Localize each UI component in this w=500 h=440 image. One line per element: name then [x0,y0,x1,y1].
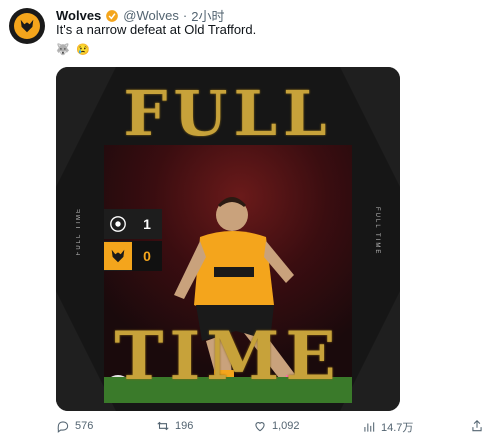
reply-count: 576 [75,420,94,432]
views-chart-icon [364,422,375,432]
wolves-crest-icon [14,13,40,39]
home-score: 1 [143,216,151,232]
author-handle[interactable]: @Wolves [123,8,179,23]
reply-button[interactable]: 576 [56,419,93,433]
reply-icon [57,421,69,433]
man-utd-crest-icon [104,210,132,238]
wolf-emoji-icon: 🐺 [56,44,70,56]
views-button[interactable]: 14.7万 [362,419,413,435]
like-button[interactable]: 1,092 [253,419,300,433]
side-label-left: FULL TIME [76,207,82,256]
score-row-away: 0 [104,241,162,271]
tweet-media-image[interactable]: FULL TIME 1 0 FULL TIME FULL TIME [56,67,400,411]
author-name[interactable]: Wolves [56,8,101,23]
retweet-count: 196 [175,420,194,432]
score-row-home: 1 [104,209,162,239]
verified-badge-icon [105,9,119,23]
sad-emoji-icon: 😢 [76,44,90,56]
wolves-crest-icon [104,242,132,270]
separator-dot: · [182,8,188,23]
emoji-row: 🐺 😢 [56,44,90,56]
retweet-icon [157,421,169,431]
view-count: 14.7万 [381,422,414,434]
like-count: 1,092 [272,420,300,432]
away-score: 0 [132,241,162,271]
tweet-actions: 576 196 1,092 14.7万 [56,419,496,437]
tweet-text: It's a narrow defeat at Old Trafford. [56,22,257,37]
headline-time: TIME [114,317,342,395]
scoreboard: 1 0 [104,209,162,271]
share-icon [472,420,482,432]
avatar[interactable] [9,8,45,44]
retweet-button[interactable]: 196 [156,419,193,433]
share-button[interactable] [470,419,484,433]
side-label-right: FULL TIME [374,207,380,256]
headline-full: FULL [123,77,333,150]
heart-icon [255,422,265,432]
